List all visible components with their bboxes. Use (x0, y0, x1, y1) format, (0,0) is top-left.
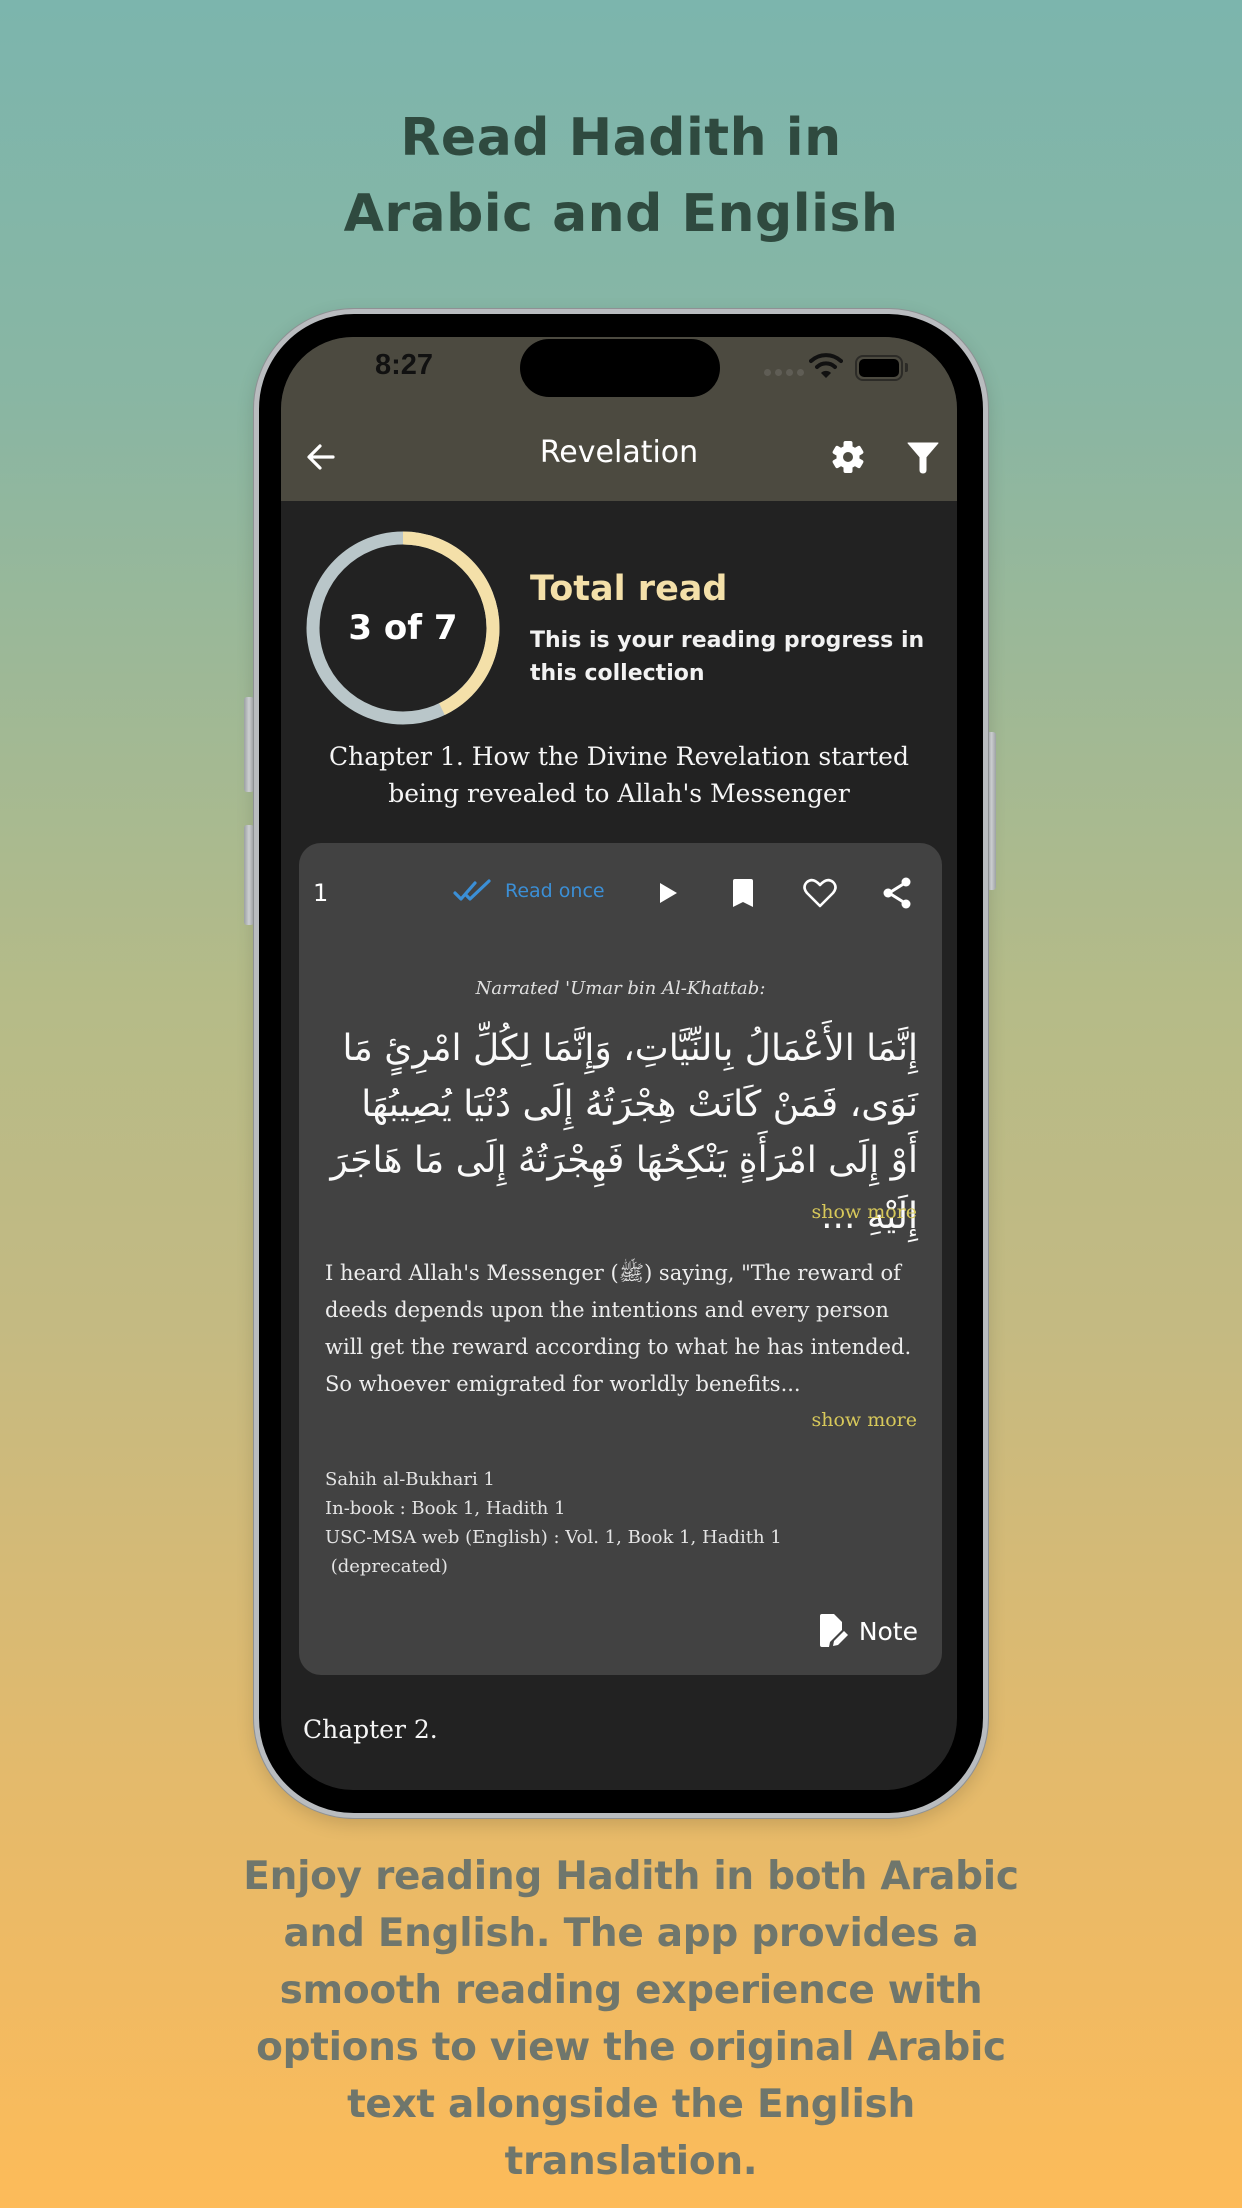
read-status-label: Read once (505, 880, 605, 902)
share-button[interactable] (880, 876, 914, 910)
promo-headline-line: Arabic and English (343, 184, 899, 244)
reference-line: (deprecated) (325, 1556, 448, 1577)
bookmark-icon (733, 879, 753, 907)
signal-icon (764, 369, 804, 376)
progress-subtitle: This is your reading progress in this co… (530, 628, 925, 686)
phone-volume-up-button (244, 697, 254, 792)
chapter-title[interactable]: Chapter 1. How the Divine Revelation sta… (293, 738, 945, 812)
wifi-icon (809, 353, 843, 378)
note-label: Note (858, 1616, 918, 1646)
battery-icon (855, 355, 903, 381)
arabic-show-more-link[interactable]: show more (811, 1201, 917, 1223)
dynamic-island (520, 339, 720, 397)
promo-description: Enjoy reading Hadith in both Arabic and … (243, 1854, 1019, 2184)
status-time: 8:27 (375, 349, 434, 381)
phone-power-button (987, 732, 996, 890)
phone-volume-down-button (244, 825, 254, 925)
hadith-narrator: Narrated 'Umar bin Al-Khattab: (475, 978, 766, 999)
english-show-more-link[interactable]: show more (811, 1409, 917, 1431)
edit-note-icon (819, 1614, 848, 1647)
hadith-references: Sahih al-Bukhari 1 In-book : Book 1, Had… (325, 1465, 918, 1581)
gear-icon[interactable] (828, 437, 868, 477)
progress-title: Total read (530, 569, 728, 609)
app-bar-row: Revelation (281, 433, 957, 485)
hadith-card: 1 Read once Narrated 'Umar bin Al-Khatta… (299, 843, 942, 1675)
hadith-english-text: I heard Allah's Messenger (ﷺ) saying, "T… (325, 1261, 912, 1396)
play-icon (660, 883, 677, 903)
play-button[interactable] (651, 876, 685, 910)
reference-line: USC-MSA web (English) : Vol. 1, Book 1, … (325, 1527, 782, 1548)
promo-headline: Read Hadith in Arabic and English (0, 100, 1242, 252)
progress-count: 3 of 7 (348, 608, 458, 648)
share-icon (883, 877, 911, 909)
bookmark-button[interactable] (726, 876, 760, 910)
favorite-button[interactable] (803, 876, 837, 910)
promo-headline-line: Read Hadith in (400, 108, 842, 168)
reference-line: Sahih al-Bukhari 1 (325, 1469, 495, 1490)
double-check-icon (453, 879, 491, 901)
read-status-button[interactable]: Read once (453, 879, 605, 903)
reference-line: In-book : Book 1, Hadith 1 (325, 1498, 566, 1519)
filter-icon[interactable] (906, 439, 940, 475)
phone-frame: 8:27 Revelation 3 of 7 Total read This i… (254, 309, 988, 1818)
battery-tip (905, 363, 908, 372)
note-button[interactable]: Note (817, 1613, 918, 1649)
hadith-number: 1 (313, 879, 329, 907)
heart-icon (803, 878, 837, 908)
chapter-title[interactable]: Chapter 2. (303, 1715, 438, 1744)
app-screen: 8:27 Revelation 3 of 7 Total read This i… (281, 337, 957, 1790)
app-bar: 8:27 Revelation (281, 337, 957, 501)
